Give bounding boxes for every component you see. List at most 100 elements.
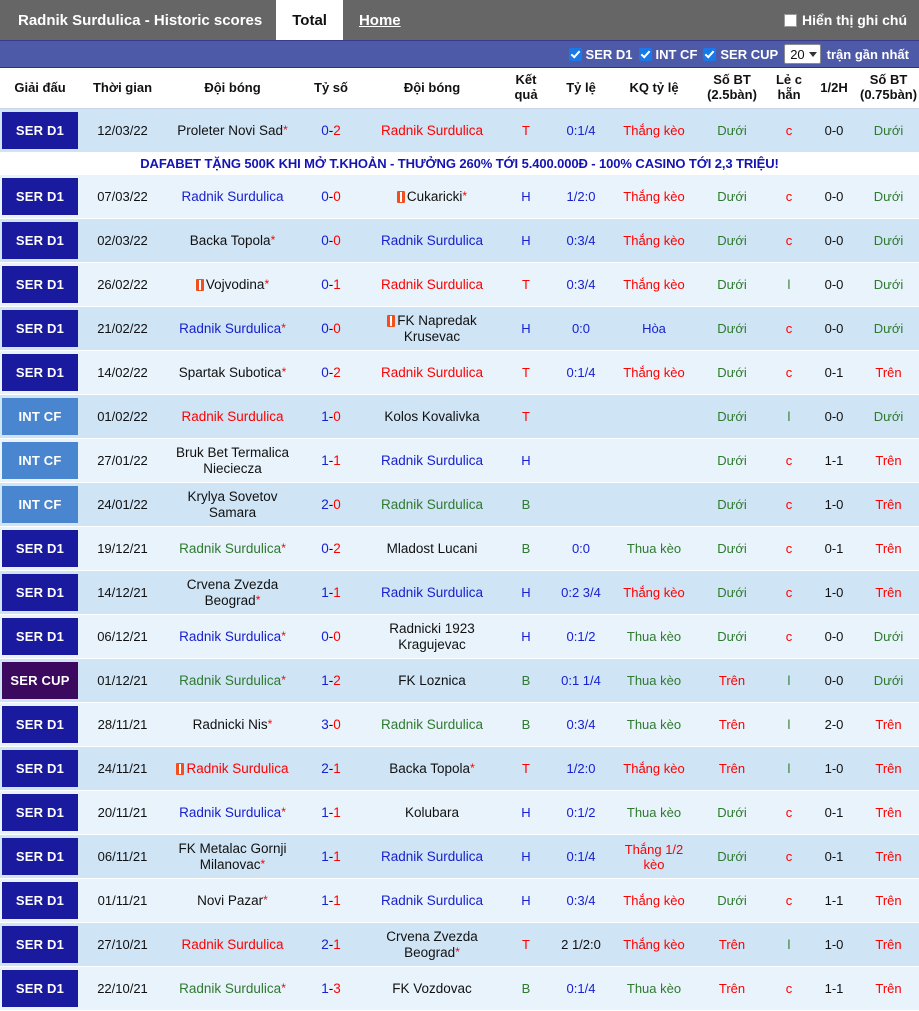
filter-ser-d1[interactable]: SER D1 [568,47,633,62]
home-team[interactable]: Radnik Surdulica* [165,790,300,836]
league-badge[interactable]: INT CF [0,438,80,484]
table-row[interactable]: SER D1 28/11/21 Radnicki Nis* 3-0 Radnik Sur… [0,702,919,748]
home-team[interactable]: Backa Topola* [165,218,300,264]
away-team[interactable]: Cukaricki* [362,174,502,220]
home-team[interactable]: Radnik Surdulica* [165,526,300,572]
league-badge[interactable]: SER D1 [0,306,80,352]
checkbox-checked-icon[interactable] [703,47,717,61]
league-badge[interactable]: SER D1 [0,966,80,1011]
away-team[interactable]: Radnik Surdulica [362,438,502,484]
table-row[interactable]: SER D1 14/12/21 Crvena Zvezda Beograd* 1-1 R… [0,570,919,616]
home-team[interactable]: Radnik Surdulica* [165,966,300,1011]
handicap-odds: 0:1/4 [550,834,612,880]
match-result: H [502,174,550,220]
away-team[interactable]: Radnik Surdulica [362,702,502,748]
home-team[interactable]: Radnik Surdulica [165,174,300,220]
league-badge[interactable]: SER D1 [0,108,80,153]
league-badge[interactable]: SER D1 [0,174,80,220]
away-team[interactable]: Mladost Lucani [362,526,502,572]
table-row[interactable]: SER D1 07/03/22 Radnik Surdulica 0-0 Cukaric… [0,174,919,220]
league-badge[interactable]: SER D1 [0,834,80,880]
league-badge[interactable]: SER D1 [0,746,80,792]
table-row[interactable]: SER D1 01/11/21 Novi Pazar* 1-1 Radnik Surdu… [0,878,919,924]
table-row[interactable]: SER D1 14/02/22 Spartak Subotica* 0-2 Radnik… [0,350,919,396]
home-advantage-star: * [260,856,266,871]
league-badge[interactable]: SER D1 [0,350,80,396]
away-team[interactable]: Radnik Surdulica [362,570,502,616]
checkbox-unchecked-icon[interactable] [784,13,797,27]
home-team-label: Radnik Surdulica [181,188,284,204]
promo-banner-text[interactable]: DAFABET TẶNG 500K KHI MỞ T.KHOẢN - THƯỞN… [0,152,919,176]
table-row[interactable]: SER D1 24/11/21 Radnik Surdulica 2-1 Backa T… [0,746,919,792]
show-notes-control[interactable]: Hiển thị ghi chú [784,0,919,40]
league-badge[interactable]: SER D1 [0,570,80,616]
away-team[interactable]: Radnik Surdulica [362,482,502,528]
tab-home[interactable]: Home [343,0,417,40]
home-team[interactable]: Radnicki Nis* [165,702,300,748]
home-team[interactable]: Radnik Surdulica [165,922,300,968]
league-badge[interactable]: SER D1 [0,526,80,572]
home-team[interactable]: Novi Pazar* [165,878,300,924]
league-badge[interactable]: SER D1 [0,790,80,836]
home-team[interactable]: FK Metalac Gornji Milanovac* [165,834,300,880]
filter-ser-cup[interactable]: SER CUP [703,47,778,62]
table-row[interactable]: INT CF 01/02/22 Radnik Surdulica 1-0 Kolos K… [0,394,919,440]
table-row[interactable]: INT CF 27/01/22 Bruk Bet Termalica Nieciec… [0,438,919,484]
table-row[interactable]: SER D1 20/11/21 Radnik Surdulica* 1-1 Koluba… [0,790,919,836]
league-badge[interactable]: SER D1 [0,878,80,924]
table-row[interactable]: SER D1 06/11/21 FK Metalac Gornji Milanova… [0,834,919,880]
table-row[interactable]: SER D1 06/12/21 Radnik Surdulica* 0-0 Radnic… [0,614,919,660]
home-team[interactable]: Radnik Surdulica [165,746,300,792]
away-team[interactable]: Radnik Surdulica [362,218,502,264]
league-badge[interactable]: INT CF [0,482,80,528]
table-row[interactable]: SER D1 12/03/22 Proleter Novi Sad* 0-2 Radni… [0,108,919,153]
league-badge[interactable]: INT CF [0,394,80,440]
home-team-label: FK Metalac Gornji Milanovac [178,840,287,872]
home-team[interactable]: Proleter Novi Sad* [165,108,300,153]
home-team[interactable]: Crvena Zvezda Beograd* [165,570,300,616]
home-team[interactable]: Krylya Sovetov Samara [165,482,300,528]
away-team[interactable]: FK Vozdovac [362,966,502,1011]
away-team[interactable]: Radnik Surdulica [362,262,502,308]
home-team[interactable]: Radnik Surdulica* [165,658,300,704]
away-team[interactable]: Backa Topola* [362,746,502,792]
league-badge[interactable]: SER D1 [0,218,80,264]
away-team[interactable]: Kolubara [362,790,502,836]
away-team[interactable]: Radnik Surdulica [362,350,502,396]
away-team[interactable]: Radnik Surdulica [362,878,502,924]
home-team[interactable]: Spartak Subotica* [165,350,300,396]
home-team[interactable]: Radnik Surdulica* [165,614,300,660]
away-team[interactable]: Radnik Surdulica [362,834,502,880]
league-badge[interactable]: SER D1 [0,702,80,748]
table-row[interactable]: SER D1 21/02/22 Radnik Surdulica* 0-0 FK Nap… [0,306,919,352]
table-row[interactable]: SER CUP 01/12/21 Radnik Surdulica* 1-2 FK Lo… [0,658,919,704]
away-team[interactable]: FK Napredak Krusevac [362,306,502,352]
odd-even: c [768,482,810,528]
match-result: H [502,306,550,352]
table-row[interactable]: SER D1 22/10/21 Radnik Surdulica* 1-3 FK Voz… [0,966,919,1011]
away-team[interactable]: Radnicki 1923 Kragujevac [362,614,502,660]
league-badge[interactable]: SER D1 [0,922,80,968]
checkbox-checked-icon[interactable] [638,47,652,61]
table-row[interactable]: SER D1 27/10/21 Radnik Surdulica 2-1 Crvena … [0,922,919,968]
home-team[interactable]: Radnik Surdulica* [165,306,300,352]
league-badge[interactable]: SER CUP [0,658,80,704]
table-row[interactable]: SER D1 02/03/22 Backa Topola* 0-0 Radnik Sur… [0,218,919,264]
home-team[interactable]: Bruk Bet Termalica Nieciecza [165,438,300,484]
table-row[interactable]: SER D1 26/02/22 Vojvodina* 0-1 Radnik Surdul… [0,262,919,308]
checkbox-checked-icon[interactable] [568,47,582,61]
table-row[interactable]: SER D1 19/12/21 Radnik Surdulica* 0-2 Mlados… [0,526,919,572]
filter-int-cf[interactable]: INT CF [638,47,697,62]
promo-banner-row[interactable]: DAFABET TẶNG 500K KHI MỞ T.KHOẢN - THƯỞN… [0,152,919,176]
tab-total[interactable]: Total [276,0,343,40]
match-count-select[interactable]: 20 [784,44,821,64]
away-team[interactable]: Crvena Zvezda Beograd* [362,922,502,968]
away-team[interactable]: FK Loznica [362,658,502,704]
home-team[interactable]: Radnik Surdulica [165,394,300,440]
away-team[interactable]: Radnik Surdulica [362,108,502,153]
league-badge[interactable]: SER D1 [0,614,80,660]
home-team[interactable]: Vojvodina* [165,262,300,308]
table-row[interactable]: INT CF 24/01/22 Krylya Sovetov Samara 2-0 Ra… [0,482,919,528]
league-badge[interactable]: SER D1 [0,262,80,308]
away-team[interactable]: Kolos Kovalivka [362,394,502,440]
